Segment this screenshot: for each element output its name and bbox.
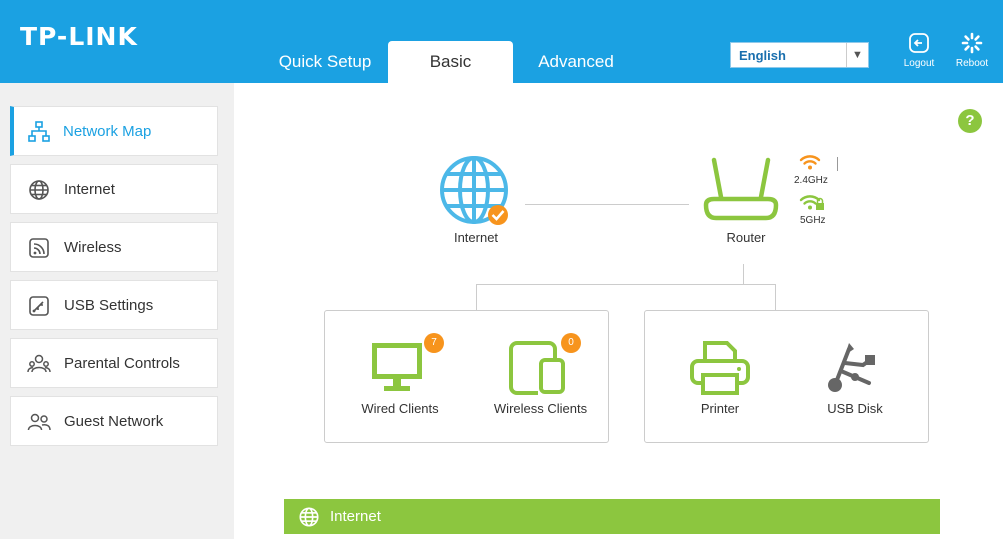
sidebar-item-wireless[interactable]: Wireless [10,222,218,272]
sidebar-item-label: Parental Controls [64,355,180,372]
sidebar-item-network-map[interactable]: Network Map [10,106,218,156]
guest-network-icon [27,413,51,431]
connector-line [743,264,744,284]
wired-clients-count-badge: 7 [424,333,444,353]
globe-icon [29,180,49,200]
logout-icon [909,33,929,53]
usb-settings-icon [29,296,49,316]
globe-icon [440,156,508,225]
sidebar: Network Map Internet Wireless USB Settin… [0,83,234,539]
network-map-icon [28,121,50,142]
usb-devices-card: Printer USB Disk [644,310,929,443]
wireless-clients-button[interactable]: 0 Wireless Clients [483,331,598,421]
connector-line [775,284,776,310]
sidebar-item-internet[interactable]: Internet [10,164,218,214]
internet-section-title: Internet [330,508,381,525]
language-select[interactable]: English ▼ [730,42,869,68]
sidebar-item-label: Guest Network [64,413,164,430]
band-5ghz-label: 5GHz [800,215,826,226]
logout-label: Logout [903,58,935,69]
wifi-2-4ghz-icon [799,155,821,170]
sidebar-item-label: Network Map [63,123,152,140]
band-2-4ghz-label: 2.4GHz [794,175,828,186]
network-map-panel: ? Internet Router 2.4GHz 5GHz 7 Wired Cl… [234,83,1003,539]
mobile-devices-icon [509,341,566,395]
sidebar-item-label: Wireless [64,239,122,256]
sidebar-item-guest-network[interactable]: Guest Network [10,396,218,446]
language-selected-value: English [739,48,786,63]
tp-link-logo: TP-LINK [20,22,138,51]
reboot-icon [961,32,983,54]
printer-icon [690,341,750,395]
tab-advanced[interactable]: Advanced [513,41,639,83]
tab-basic[interactable]: Basic [388,41,513,83]
usb-icon [828,343,875,392]
globe-icon [299,507,319,527]
monitor-icon [372,343,422,391]
wired-clients-label: Wired Clients [361,401,439,416]
internet-node[interactable] [438,155,510,227]
connector-line [476,284,776,285]
printer-label: Printer [700,401,740,416]
internet-section-header[interactable]: Internet [284,499,940,534]
wifi-5ghz-locked-icon [799,195,824,210]
wired-clients-button[interactable]: 7 Wired Clients [345,331,455,421]
wireless-icon [29,238,49,258]
tab-quick-setup[interactable]: Quick Setup [262,41,388,83]
logout-button[interactable]: Logout [897,32,941,69]
usb-disk-label: USB Disk [827,401,883,416]
internet-node-label: Internet [453,230,499,245]
chevron-down-icon: ▼ [846,43,868,67]
help-button[interactable]: ? [958,109,982,133]
router-node-label: Router [726,230,766,245]
parental-controls-icon [27,354,51,373]
connector-line [525,204,689,205]
divider [837,157,838,171]
header-bar: TP-LINK Quick Setup Basic Advanced Engli… [0,0,1003,83]
reboot-label: Reboot [955,58,989,69]
sidebar-item-usb-settings[interactable]: USB Settings [10,280,218,330]
router-icon [703,157,779,221]
sidebar-item-parental-controls[interactable]: Parental Controls [10,338,218,388]
usb-disk-button[interactable]: USB Disk [800,331,910,421]
clients-card: 7 Wired Clients 0 Wireless Clients [324,310,609,443]
reboot-button[interactable]: Reboot [950,32,994,69]
sidebar-item-label: USB Settings [64,297,154,314]
connector-line [476,284,477,310]
wireless-clients-label: Wireless Clients [493,401,588,416]
router-node[interactable] [700,155,782,225]
sidebar-item-label: Internet [64,181,115,198]
printer-button[interactable]: Printer [665,331,775,421]
wireless-clients-count-badge: 0 [561,333,581,353]
